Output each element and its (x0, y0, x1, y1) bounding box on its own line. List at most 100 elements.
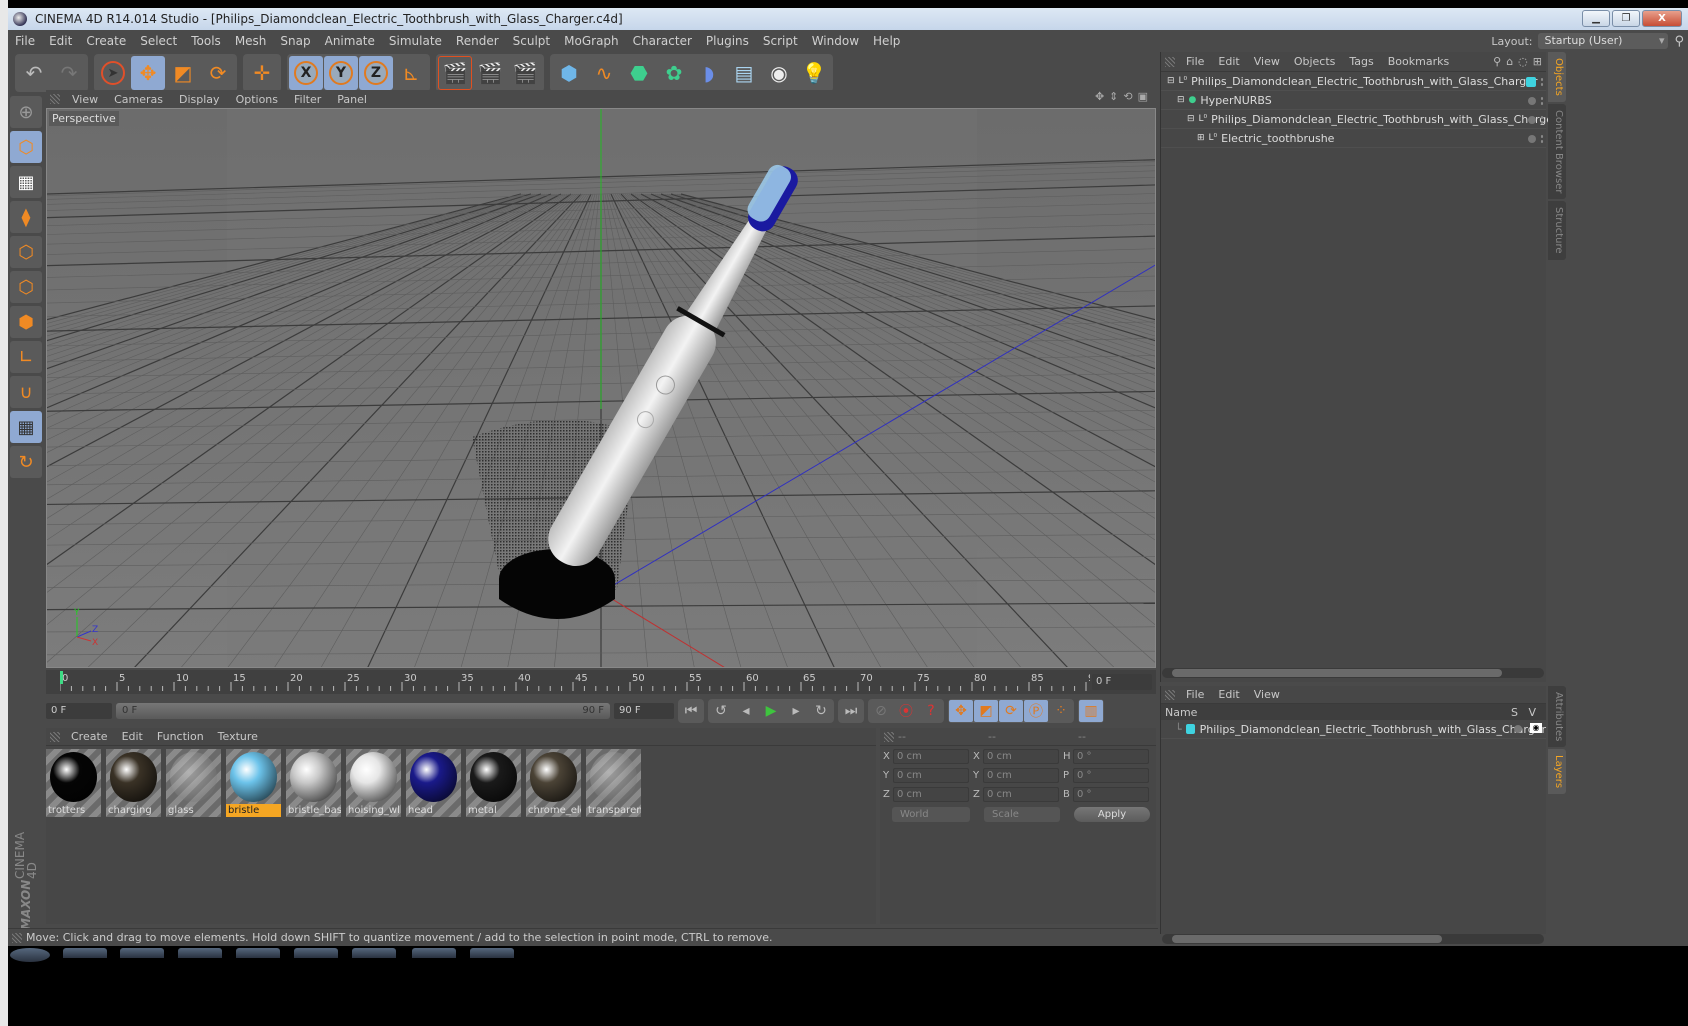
make-editable-icon[interactable]: ⊕ (10, 96, 42, 128)
z-axis-lock-icon[interactable]: Z (359, 56, 393, 90)
key-scale-icon[interactable]: ◩ (974, 700, 998, 722)
material-head[interactable]: head (406, 749, 461, 817)
menu-select[interactable]: Select (133, 34, 184, 48)
close-button[interactable]: X (1642, 10, 1682, 27)
layers-menu-edit[interactable]: Edit (1211, 688, 1246, 701)
rotation-field[interactable]: 0 ° (1073, 786, 1149, 802)
object-tree-item[interactable]: ⊞ L⁰ Electric_toothbrushe (1161, 129, 1546, 148)
scale-icon[interactable]: ◩ (166, 56, 200, 90)
autokey-icon[interactable]: ⦿ (894, 700, 918, 722)
layer-row[interactable]: └ Philips_Diamondclean_Electric_Toothbru… (1161, 720, 1546, 739)
objects-menu-objects[interactable]: Objects (1287, 55, 1343, 68)
preview-range-slider[interactable]: 0 F 90 F (116, 703, 610, 719)
menu-plugins[interactable]: Plugins (699, 34, 756, 48)
material-hoising-wl[interactable]: hoising_wl (346, 749, 401, 817)
render-picture-viewer-icon[interactable]: 🎬 (473, 56, 507, 90)
objects-menu-edit[interactable]: Edit (1211, 55, 1246, 68)
keyframe-selection-icon[interactable]: ? (919, 700, 943, 722)
visibility-dots-icon[interactable] (1540, 96, 1544, 106)
layer-manager-scrollbar[interactable] (1162, 934, 1544, 944)
layer-color-swatch[interactable] (1185, 724, 1195, 734)
coordinate-mode-dropdown[interactable]: Scale (984, 807, 1060, 822)
size-field[interactable]: 0 cm (983, 748, 1059, 764)
menu-create[interactable]: Create (79, 34, 133, 48)
next-frame-icon[interactable]: ▸ (784, 700, 808, 722)
move-icon[interactable]: ✥ (131, 56, 165, 90)
coordinate-space-dropdown[interactable]: World (892, 807, 970, 822)
go-to-end-icon[interactable]: ⏭ (839, 700, 863, 722)
motion-record-icon[interactable]: ⊘ (869, 700, 893, 722)
key-rotation-icon[interactable]: ⟳ (999, 700, 1023, 722)
render-settings-icon[interactable]: 🎬 (508, 56, 542, 90)
menu-animate[interactable]: Animate (318, 34, 382, 48)
perspective-viewport[interactable]: Y Z X Perspective (46, 108, 1156, 668)
object-tree-item[interactable]: ⊟ L⁰ Philips_Diamondclean_Electric_Toothbr… (1161, 110, 1558, 129)
lock-workplane-icon[interactable]: ▦ (10, 411, 42, 443)
redo-icon[interactable]: ↷ (52, 56, 86, 90)
material-chrome-ele[interactable]: chrome_ele (526, 749, 581, 817)
material-menu-function[interactable]: Function (150, 730, 211, 743)
objects-menu-view[interactable]: View (1247, 55, 1287, 68)
pan-icon[interactable]: ✥ (1095, 90, 1104, 103)
viewport-menu-filter[interactable]: Filter (286, 93, 329, 106)
taskbar-app-8[interactable] (470, 948, 514, 958)
camera-icon[interactable]: ◉ (762, 56, 796, 90)
objects-menu-file[interactable]: File (1179, 55, 1211, 68)
cube-icon[interactable]: ⬢ (552, 56, 586, 90)
floor-icon[interactable]: ▤ (727, 56, 761, 90)
viewport-menu-panel[interactable]: Panel (329, 93, 375, 106)
menu-edit[interactable]: Edit (42, 34, 79, 48)
timeline-ruler[interactable]: 051015202530354045505560657075808590 0 F (46, 670, 1156, 694)
size-field[interactable]: 0 cm (983, 786, 1059, 802)
axis-mode-icon[interactable]: ∟ (10, 341, 42, 373)
visibility-dots-icon[interactable] (1540, 115, 1544, 125)
expand-toggle-icon[interactable]: ⊟ (1187, 114, 1195, 124)
visibility-dots-icon[interactable] (1540, 77, 1544, 87)
expand-toggle-icon[interactable]: ⊟ (1167, 76, 1175, 86)
name-column[interactable]: Name (1165, 706, 1197, 719)
subdivision-surface-icon[interactable]: ⬣ (622, 56, 656, 90)
position-field[interactable]: 0 cm (893, 748, 969, 764)
objects-menu-bookmarks[interactable]: Bookmarks (1381, 55, 1456, 68)
material-trotters[interactable]: trotters (46, 749, 101, 817)
start-frame-field[interactable]: 0 F (46, 703, 112, 719)
key-pla-icon[interactable]: ⁘ (1049, 700, 1073, 722)
taskbar-app-4[interactable] (236, 948, 280, 958)
edges-mode-icon[interactable]: ⬡ (10, 271, 42, 303)
layout-dropdown[interactable]: Startup (User) (1538, 33, 1669, 49)
rotation-field[interactable]: 0 ° (1073, 767, 1149, 783)
points-mode-icon[interactable]: ⬡ (10, 236, 42, 268)
layer-color-swatch[interactable] (1526, 77, 1536, 87)
taskbar-app-chrome[interactable] (178, 948, 222, 958)
position-field[interactable]: 0 cm (893, 786, 969, 802)
viewport-menu-view[interactable]: View (64, 93, 106, 106)
dock-tab-objects[interactable]: Objects (1548, 52, 1566, 102)
rotation-field[interactable]: 0 ° (1073, 748, 1149, 764)
dock-tab-layers[interactable]: Layers (1548, 749, 1566, 795)
layers-menu-file[interactable]: File (1179, 688, 1211, 701)
go-to-start-icon[interactable]: ⏮ (679, 700, 703, 722)
start-button[interactable] (10, 948, 50, 962)
visible-column[interactable]: V (1528, 706, 1536, 719)
model-mode-icon[interactable]: ⬡ (10, 131, 42, 163)
menu-tools[interactable]: Tools (184, 34, 228, 48)
deformer-icon[interactable]: ◗ (692, 56, 726, 90)
end-frame-field[interactable]: 90 F (614, 703, 674, 719)
taskbar-app-explorer[interactable] (120, 948, 164, 958)
workplane-rotate-icon[interactable]: ↻ (10, 446, 42, 478)
spline-pen-icon[interactable]: ∿ (587, 56, 621, 90)
minimize-button[interactable]: ▁ (1582, 10, 1610, 27)
material-menu-texture[interactable]: Texture (211, 730, 265, 743)
key-parameter-icon[interactable]: Ⓟ (1024, 700, 1048, 722)
live-selection-icon[interactable]: ➤ (96, 56, 130, 90)
render-view-icon[interactable]: 🎬 (438, 56, 472, 90)
play-icon[interactable]: ▶ (759, 700, 783, 722)
layer-indicator[interactable] (1528, 135, 1536, 143)
array-icon[interactable]: ✿ (657, 56, 691, 90)
material-metal[interactable]: metal (466, 749, 521, 817)
coordinate-system-icon[interactable]: ⊾ (394, 56, 428, 90)
menu-render[interactable]: Render (449, 34, 506, 48)
dock-tab-attributes[interactable]: Attributes (1548, 686, 1566, 748)
object-manager-scrollbar[interactable] (1162, 668, 1544, 678)
menu-mesh[interactable]: Mesh (228, 34, 274, 48)
